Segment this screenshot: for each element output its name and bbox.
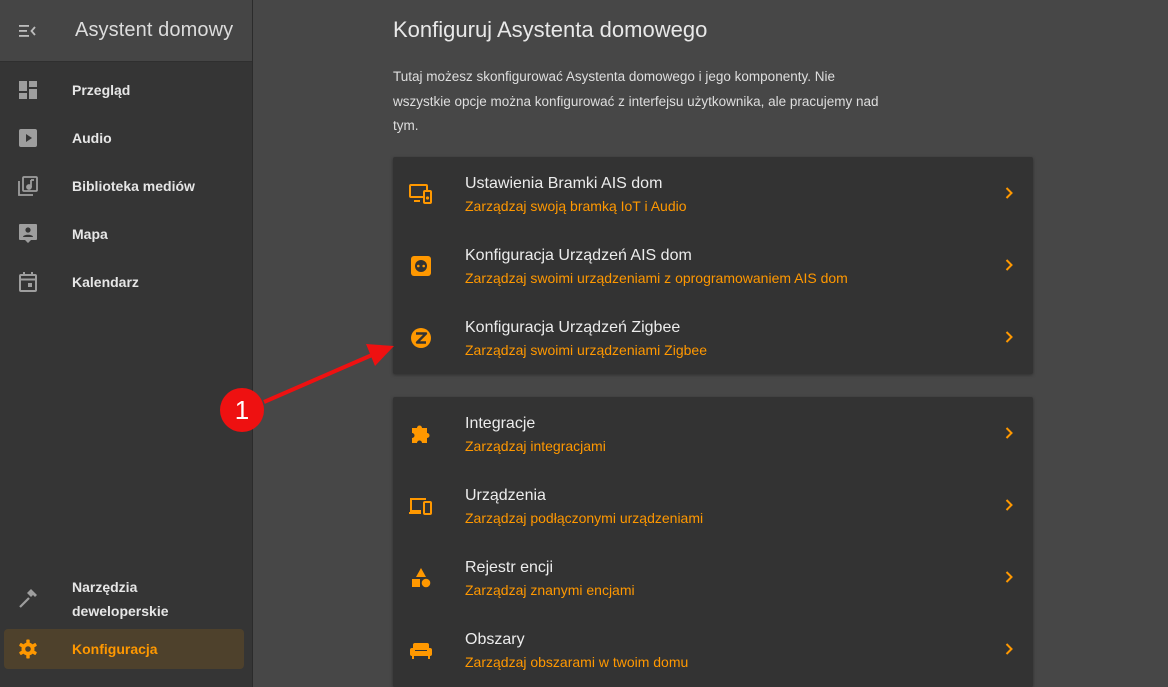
- row-title: Integracje: [465, 415, 536, 432]
- page-title: Konfiguruj Asystenta domowego: [393, 17, 708, 42]
- main-content: Konfiguruj Asystenta domowego Tutaj może…: [254, 0, 1168, 687]
- row-title: Obszary: [465, 631, 525, 648]
- sidebar-item-narzedzia[interactable]: Narzędzia deweloperskie: [4, 573, 244, 625]
- chevron-right-icon: [1003, 641, 1015, 657]
- puzzle-icon: [409, 422, 433, 446]
- chevron-right-icon: [1003, 425, 1015, 441]
- sidebar-item-mapa[interactable]: Mapa: [4, 214, 244, 254]
- monitor-speaker-icon: [409, 182, 433, 206]
- config-row-zigbee[interactable]: Konfiguracja Urządzeń Zigbee Zarządzaj s…: [393, 301, 1033, 373]
- row-subtitle: Zarządzaj podłączonymi urządzeniami: [465, 510, 704, 526]
- chevron-right-icon: [1003, 497, 1015, 513]
- sofa-icon: [409, 638, 433, 662]
- gear-icon: [18, 639, 38, 659]
- config-row-urzadzenia[interactable]: Urządzenia Zarządzaj podłączonymi urządz…: [393, 469, 1033, 541]
- page-description: Tutaj możesz skonfigurować Asystenta dom…: [393, 69, 879, 133]
- row-title: Urządzenia: [465, 487, 546, 504]
- row-title: Konfiguracja Urządzeń Zigbee: [465, 319, 681, 336]
- sidebar-item-label: Audio: [72, 130, 112, 146]
- config-row-obszary[interactable]: Obszary Zarządzaj obszarami w twoim domu: [393, 613, 1033, 685]
- sidebar-item-przeglad[interactable]: Przegląd: [4, 70, 244, 110]
- annotation-badge: 1: [220, 388, 264, 432]
- menu-open-icon[interactable]: [18, 21, 38, 41]
- sidebar-header: Asystent domowy: [0, 0, 252, 62]
- shapes-icon: [409, 566, 433, 590]
- row-subtitle: Zarządzaj obszarami w twoim domu: [465, 654, 689, 670]
- chevron-right-icon: [1003, 257, 1015, 273]
- row-subtitle: Zarządzaj swoimi urządzeniami Zigbee: [465, 342, 707, 358]
- hammer-icon: [18, 589, 38, 609]
- row-subtitle: Zarządzaj znanymi encjami: [465, 582, 635, 598]
- zigbee-icon: [409, 326, 433, 350]
- dashboard-icon: [18, 80, 38, 100]
- app-title: Asystent domowy: [75, 19, 234, 41]
- devices-icon: [409, 494, 433, 518]
- power-socket-icon: [409, 254, 433, 278]
- sidebar-item-audio[interactable]: Audio: [4, 118, 244, 158]
- config-row-urzadzenia-ais[interactable]: Konfiguracja Urządzeń AIS dom Zarządzaj …: [393, 229, 1033, 301]
- config-row-rejestr[interactable]: Rejestr encji Zarządzaj znanymi encjami: [393, 541, 1033, 613]
- row-title: Rejestr encji: [465, 559, 554, 576]
- chevron-right-icon: [1003, 185, 1015, 201]
- music-library-icon: [18, 176, 38, 196]
- sidebar-item-biblioteka[interactable]: Biblioteka mediów: [4, 166, 244, 206]
- chevron-right-icon: [1003, 569, 1015, 585]
- row-subtitle: Zarządzaj integracjami: [465, 438, 606, 454]
- sidebar-item-label: Przegląd: [72, 82, 131, 98]
- chevron-right-icon: [1003, 329, 1015, 345]
- sidebar-item-konfiguracja[interactable]: Konfiguracja: [4, 629, 244, 669]
- sidebar-item-label: Konfiguracja: [72, 641, 158, 657]
- config-row-bramka[interactable]: Ustawienia Bramki AIS dom Zarządzaj swoj…: [393, 157, 1033, 229]
- sidebar-item-label: Biblioteka mediów: [72, 178, 195, 194]
- sidebar-item-kalendarz[interactable]: Kalendarz: [4, 262, 244, 302]
- row-subtitle: Zarządzaj swoją bramką IoT i Audio: [465, 198, 687, 214]
- config-row-integracje[interactable]: Integracje Zarządzaj integracjami: [393, 397, 1033, 469]
- sidebar-item-label: Kalendarz: [72, 274, 139, 290]
- row-title: Konfiguracja Urządzeń AIS dom: [465, 247, 692, 264]
- sidebar-item-label: Mapa: [72, 226, 108, 242]
- config-card-general: Integracje Zarządzaj integracjami Urządz…: [393, 397, 1033, 687]
- sidebar: Asystent domowy Przegląd Audio Bibliotek…: [0, 0, 253, 687]
- sidebar-item-label: Narzędzia deweloperskie: [72, 579, 169, 619]
- account-box-icon: [18, 224, 38, 244]
- play-box-icon: [18, 128, 38, 148]
- calendar-icon: [18, 272, 38, 292]
- row-subtitle: Zarządzaj swoimi urządzeniami z oprogram…: [465, 270, 848, 286]
- config-card-ais: Ustawienia Bramki AIS dom Zarządzaj swoj…: [393, 157, 1033, 374]
- row-title: Ustawienia Bramki AIS dom: [465, 175, 663, 192]
